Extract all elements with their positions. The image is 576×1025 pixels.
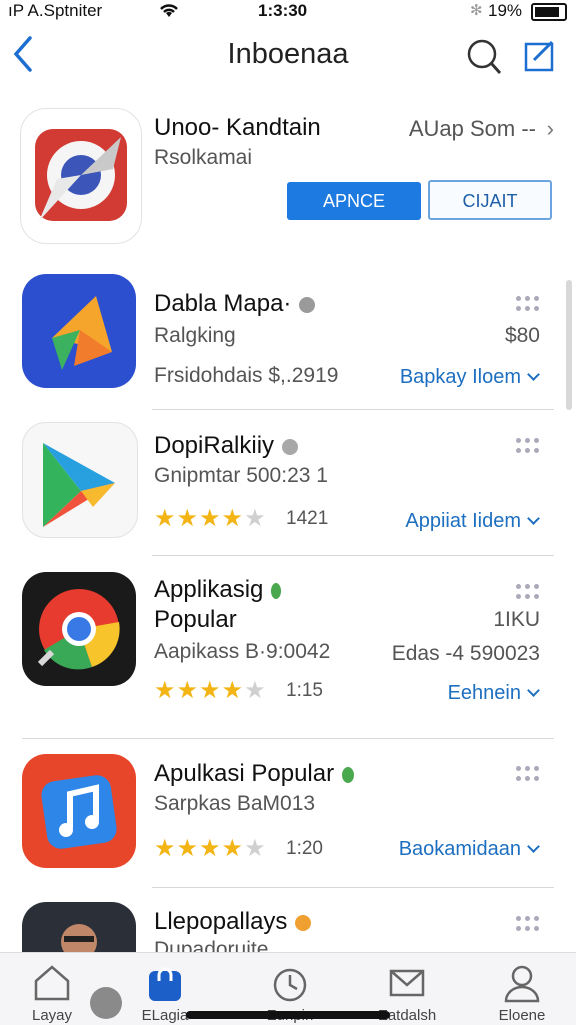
app-info: Frsidohdais $,.2919 bbox=[154, 364, 339, 387]
status-badge bbox=[271, 582, 282, 599]
compose-icon[interactable] bbox=[524, 38, 556, 72]
app-icon-maps bbox=[22, 274, 136, 388]
featured-title: Unoo- Kandtain bbox=[154, 114, 321, 141]
chevron-right-icon[interactable]: › bbox=[547, 116, 554, 142]
clock-icon bbox=[273, 968, 307, 1002]
app-action-link[interactable]: Appiiat Iidem bbox=[405, 510, 540, 533]
app-action-link[interactable]: Eehnein bbox=[448, 682, 540, 705]
home-icon bbox=[34, 965, 70, 1001]
chevron-down-icon bbox=[527, 512, 540, 525]
app-info-right: Edas -4 590023 bbox=[391, 642, 540, 665]
featured-app-icon bbox=[20, 108, 142, 244]
tab-elagia[interactable]: ELagia bbox=[115, 959, 215, 1024]
list-item[interactable]: Llepopallays Dupadoruite bbox=[0, 900, 576, 952]
tab-eunpin[interactable]: Eunpin bbox=[240, 959, 340, 1024]
status-badge bbox=[295, 914, 312, 931]
list-item[interactable]: Applikasig Popular 1IKU Aapikass B·9:004… bbox=[0, 570, 576, 730]
list-item[interactable]: Dabla Mapa· Ralgking $80 Frsidohdais $,.… bbox=[0, 272, 576, 408]
more-dots-icon[interactable] bbox=[516, 438, 540, 454]
app-action-link[interactable]: Baokamidaan bbox=[399, 838, 540, 861]
more-dots-icon[interactable] bbox=[516, 916, 540, 932]
rating-count: 1421 bbox=[286, 508, 329, 529]
app-info: Aapikass B·9:0042 bbox=[154, 640, 331, 663]
list-item[interactable]: DopiRalkiiy Gnipmtar 500:23 1 ★★★★★ 1421… bbox=[0, 420, 576, 556]
search-icon[interactable] bbox=[466, 38, 502, 76]
app-category: Ralgking bbox=[154, 324, 236, 347]
app-info: Gnipmtar 500:23 1 bbox=[154, 464, 328, 487]
app-icon-play bbox=[22, 422, 138, 538]
divider bbox=[152, 409, 554, 410]
app-title: Apulkasi Popular bbox=[154, 760, 355, 788]
chevron-down-icon bbox=[527, 368, 540, 381]
verified-icon bbox=[299, 296, 316, 313]
app-action-link[interactable]: Bapkay Iloem bbox=[400, 366, 540, 389]
battery-icon bbox=[531, 3, 567, 21]
rating-count: 1:20 bbox=[286, 838, 323, 859]
app-icon-chrome bbox=[22, 572, 136, 686]
nav-bar: Inboenaa bbox=[0, 24, 576, 90]
verified-icon bbox=[282, 438, 299, 455]
more-dots-icon[interactable] bbox=[516, 766, 540, 782]
rating-count: 1:15 bbox=[286, 680, 323, 701]
tab-eloene[interactable]: Eloene bbox=[472, 959, 572, 1024]
divider bbox=[152, 555, 554, 556]
chevron-down-icon bbox=[527, 840, 540, 853]
rating-stars: ★★★★★ bbox=[154, 677, 267, 704]
app-icon-person bbox=[22, 902, 136, 952]
rating-stars: ★★★★★ bbox=[154, 835, 267, 862]
carrier-label: ıP A.Sptniter bbox=[8, 1, 103, 20]
featured-right-link[interactable]: AUap Som -- bbox=[409, 116, 536, 142]
more-dots-icon[interactable] bbox=[516, 584, 540, 600]
divider bbox=[152, 887, 554, 888]
app-price: 1IKU bbox=[493, 608, 540, 631]
status-bar: ıP A.Sptniter 1:3:30 ✻ 19% bbox=[0, 0, 576, 24]
app-price: $80 bbox=[504, 324, 540, 347]
store-bag-icon bbox=[149, 967, 181, 1001]
home-indicator bbox=[186, 1011, 390, 1019]
profile-icon bbox=[504, 965, 540, 1003]
app-title: Applikasig bbox=[154, 576, 282, 604]
app-title-line2: Popular bbox=[154, 606, 237, 633]
bluetooth-icon: ✻ bbox=[470, 2, 483, 19]
battery-percent: 19% bbox=[488, 1, 523, 20]
more-dots-icon[interactable] bbox=[516, 296, 540, 312]
app-title: Llepopallays bbox=[154, 908, 312, 936]
app-icon-music bbox=[22, 754, 136, 868]
app-info: Dupadoruite bbox=[154, 938, 269, 952]
secondary-action-button[interactable]: CIJAIT bbox=[428, 180, 552, 220]
app-title: Dabla Mapa· bbox=[154, 290, 316, 318]
clock: 1:3:30 bbox=[258, 1, 308, 20]
primary-action-button[interactable]: APNCE bbox=[287, 182, 421, 220]
rating-stars: ★★★★★ bbox=[154, 505, 267, 532]
app-title: DopiRalkiiy bbox=[154, 432, 299, 460]
status-badge bbox=[342, 766, 355, 783]
divider bbox=[22, 738, 554, 739]
wifi-icon bbox=[160, 4, 178, 17]
tab-eatdalsh[interactable]: Eatdalsh bbox=[357, 959, 457, 1024]
tab-layay[interactable]: Layay bbox=[2, 959, 102, 1024]
chevron-down-icon bbox=[527, 684, 540, 697]
mail-icon bbox=[389, 969, 425, 997]
scrollbar[interactable] bbox=[566, 280, 572, 410]
app-info: Sarpkas BaM013 bbox=[154, 792, 316, 815]
list-item[interactable]: Apulkasi Popular Sarpkas BaM013 ★★★★★ 1:… bbox=[0, 752, 576, 888]
featured-app-row[interactable]: Unoo- Kandtain Rsolkamai AUap Som -- › bbox=[0, 104, 576, 254]
featured-subtitle: Rsolkamai bbox=[154, 146, 253, 169]
